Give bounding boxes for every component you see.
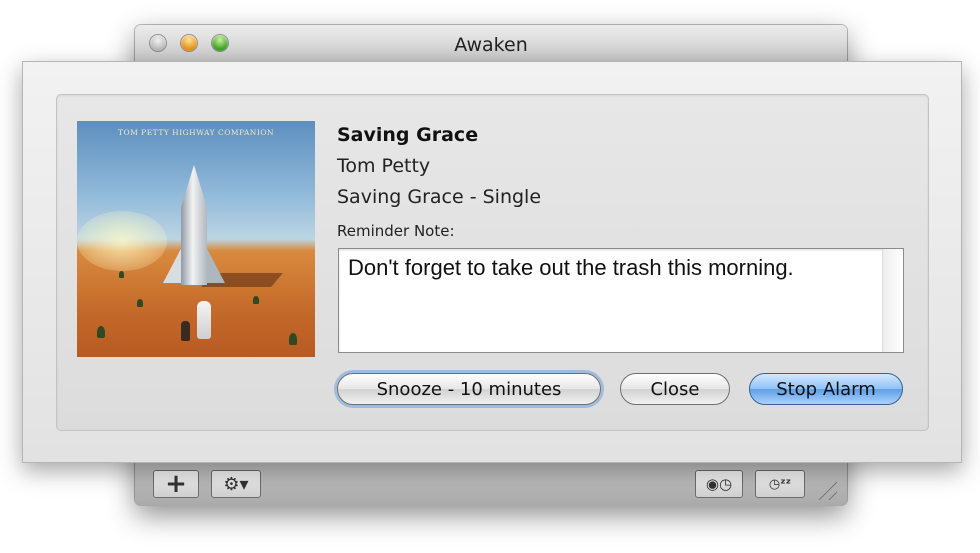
gear-menu-button[interactable]: ⚙▾ — [211, 470, 261, 498]
alarm-clock-icon[interactable]: ◉◷ — [695, 470, 743, 498]
sun-glow — [77, 211, 167, 271]
resize-grip-icon[interactable] — [815, 478, 837, 500]
shrub — [253, 296, 259, 304]
album-art: TOM PETTY HIGHWAY COMPANION — [77, 121, 315, 357]
artist-name: Tom Petty — [337, 155, 431, 177]
stop-alarm-button[interactable]: Stop Alarm — [749, 373, 903, 405]
reminder-note-scrollbar[interactable] — [882, 249, 903, 352]
close-button[interactable]: Close — [620, 373, 730, 405]
snooze-button[interactable]: Snooze - 10 minutes — [337, 373, 601, 405]
shrub — [97, 326, 105, 338]
reminder-note-text[interactable]: Don't forget to take out the trash this … — [348, 255, 794, 281]
album-name: Saving Grace - Single — [337, 186, 542, 208]
alarm-content-box: TOM PETTY HIGHWAY COMPANION Saving Grace… — [56, 94, 929, 431]
shrub — [119, 271, 124, 278]
reminder-note-label: Reminder Note: — [337, 222, 455, 240]
shrub — [289, 333, 297, 345]
album-art-text: TOM PETTY HIGHWAY COMPANION — [117, 128, 275, 137]
child-figure — [181, 321, 190, 341]
astronaut-figure — [197, 301, 211, 339]
song-title: Saving Grace — [337, 124, 479, 146]
add-button[interactable]: + — [153, 470, 199, 498]
reminder-note-field[interactable]: Don't forget to take out the trash this … — [338, 248, 904, 353]
rocket-icon — [181, 165, 207, 285]
shrub — [137, 299, 143, 307]
alarm-panel: TOM PETTY HIGHWAY COMPANION Saving Grace… — [22, 61, 962, 463]
bottom-toolbar: + ⚙▾ ◉◷ ◷ᶻᶻ — [135, 461, 847, 506]
title-bar[interactable]: Awaken — [135, 25, 847, 62]
sleep-timer-icon[interactable]: ◷ᶻᶻ — [755, 470, 805, 498]
window-title: Awaken — [454, 34, 528, 56]
